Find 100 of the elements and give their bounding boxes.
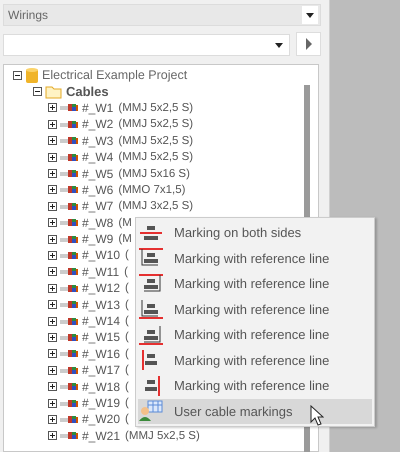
cable-type: ( [125,315,129,328]
cable-icon [60,332,78,342]
cable-icon [60,300,78,310]
tree-item[interactable]: #_W12 [82,281,120,296]
tree-item[interactable]: #_W16 [82,346,120,361]
cable-type: (MMJ 5x2,5 S) [118,151,194,164]
cable-icon [60,431,78,440]
tree-item[interactable]: #_W8 [82,216,114,230]
tree-item[interactable]: #_W1 [82,100,114,115]
cable-icon [60,316,78,326]
tree-item[interactable]: #_W19 [82,396,120,410]
menu-item[interactable]: User cable markings [138,398,372,424]
expand-icon[interactable] [48,366,57,375]
marking-icon [138,324,164,346]
cable-type: (MMO 7x1,5) [118,184,186,196]
expand-icon[interactable] [48,136,57,146]
expand-icon[interactable] [48,284,57,293]
tree-item[interactable]: #_W9 [82,232,114,246]
expand-icon[interactable] [48,316,57,326]
expand-icon[interactable] [48,300,57,310]
collapse-icon[interactable] [33,87,42,96]
tree-item[interactable]: #_W14 [82,314,120,328]
expand-icon[interactable] [48,250,57,260]
database-icon [25,66,39,84]
expand-icon[interactable] [48,267,57,276]
cable-type: ( [125,298,129,311]
tree-item[interactable]: #_W10 [82,248,120,262]
cable-icon [60,234,78,244]
cable-icon [60,185,78,194]
tree-item[interactable]: #_W4 [82,150,114,164]
expand-icon[interactable] [48,185,57,194]
tree-item[interactable]: #_W11 [82,264,120,279]
view-selector[interactable]: Wirings [3,4,322,26]
cable-icon [60,284,78,293]
cable-icon [60,103,78,112]
cable-type: (MMJ 5x2,5 S) [118,118,194,130]
cable-icon [60,398,78,408]
cable-type: ( [125,397,129,409]
tree-item[interactable]: #_W6 [82,182,114,197]
tree-item[interactable]: #_W20 [82,412,120,426]
tree-item[interactable]: #_W18 [82,380,120,394]
menu-item[interactable]: Marking with reference line [138,373,372,398]
expand-icon[interactable] [48,202,57,211]
cable-icon [60,169,78,178]
expand-icon[interactable] [48,398,57,408]
menu-item[interactable]: Marking with reference line [138,271,372,296]
cable-icon [60,250,78,260]
expand-icon[interactable] [48,218,57,228]
expand-icon[interactable] [48,332,57,342]
menu-item[interactable]: Marking on both sides [138,220,372,246]
cable-type: ( [125,413,129,426]
cable-icon [60,136,78,146]
expand-icon[interactable] [48,349,57,358]
cable-type: ( [125,331,129,344]
expand-icon[interactable] [48,152,57,162]
expand-icon[interactable] [48,382,57,392]
cable-type: ( [125,282,129,294]
tree-item[interactable]: #_W2 [82,117,114,132]
caret-icon [275,42,284,48]
expand-icon[interactable] [48,414,57,424]
tree-item[interactable]: #_W3 [82,134,114,148]
cable-type: (M [118,233,132,246]
cable-icon [60,218,78,228]
tree-item[interactable]: #_W5 [82,166,114,181]
search-field[interactable] [3,34,290,56]
tree-item[interactable]: #_W13 [82,298,120,312]
expand-icon[interactable] [48,169,57,178]
tree-item[interactable]: #_W15 [82,330,120,344]
cable-icon [60,349,78,358]
menu-item[interactable]: Marking with reference line [138,246,372,271]
tree-item[interactable]: #_W21 [82,428,120,443]
menu-item[interactable]: Marking with reference line [138,348,372,373]
expand-icon[interactable] [48,431,57,440]
tree-item[interactable]: #_W17 [82,363,120,378]
cable-type: ( [125,249,129,262]
cable-icon [60,414,78,424]
cable-icon [60,382,78,392]
cable-icon [60,366,78,375]
cable-type: (MMJ 5x16 S) [118,168,190,180]
cable-icon [60,267,78,276]
expand-icon[interactable] [48,234,57,244]
navigate-button[interactable] [296,32,322,56]
folder-icon [45,84,63,99]
caret-icon [306,12,314,18]
arrow-right-icon [304,38,313,50]
marking-icon [138,298,164,320]
tree-item[interactable]: Cables [66,84,109,100]
menu-item[interactable]: Marking with reference line [138,296,372,322]
cable-type: (MMJ 5x2,5 S) [118,102,194,114]
tree-item[interactable]: Electrical Example Project [42,68,188,82]
collapse-icon[interactable] [13,70,22,80]
tree-item[interactable]: #_W7 [82,199,114,214]
expand-icon[interactable] [48,120,57,129]
cable-type: (MMJ 5x2,5 S) [118,134,194,147]
expand-icon[interactable] [48,103,57,112]
cable-type: ( [124,266,128,278]
cable-icon [60,152,78,162]
menu-item[interactable]: Marking with reference line [138,322,372,348]
cable-type: ( [125,348,129,360]
user-table-icon [138,400,164,422]
